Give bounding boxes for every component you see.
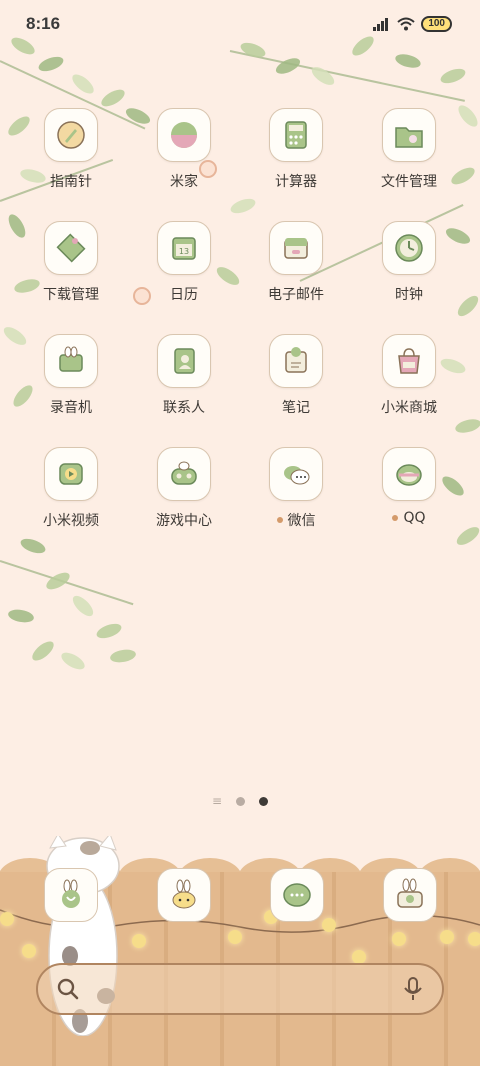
new-indicator-dot <box>392 515 399 521</box>
app-shop-bag[interactable]: 小米商城 <box>354 334 464 417</box>
notes-icon[interactable] <box>269 334 323 388</box>
shop-bag-icon[interactable] <box>382 334 436 388</box>
app-label-text: 日历 <box>170 287 198 303</box>
app-clock[interactable]: 时钟 <box>354 221 464 304</box>
app-label: 小米商城 <box>354 397 464 417</box>
folder-icon[interactable] <box>382 108 436 162</box>
app-label-text: 米家 <box>170 174 198 190</box>
page-dot-1[interactable] <box>236 796 246 806</box>
chat-bubble-icon[interactable] <box>270 868 324 922</box>
app-gamepad[interactable]: 游戏中心 <box>129 447 239 530</box>
page-indicator[interactable]: ≡ <box>0 795 480 807</box>
app-calendar[interactable]: 13 日历 <box>129 221 239 304</box>
app-label: 日历 <box>129 284 239 304</box>
compass-icon[interactable] <box>44 108 98 162</box>
app-compass[interactable]: 指南针 <box>16 108 126 191</box>
app-mail[interactable]: 电子邮件 <box>241 221 351 304</box>
app-label: 计算器 <box>241 171 351 191</box>
app-label: 指南针 <box>16 171 126 191</box>
new-indicator-dot <box>276 517 283 523</box>
app-label-text: 计算器 <box>275 174 317 190</box>
menu-lines-icon[interactable]: ≡ <box>212 795 222 807</box>
gamepad-icon[interactable] <box>157 447 211 501</box>
app-label-text: QQ <box>403 510 426 526</box>
calendar-icon[interactable]: 13 <box>157 221 211 275</box>
app-label: 米家 <box>129 171 239 191</box>
app-label-text: 联系人 <box>163 400 205 416</box>
app-label-text: 笔记 <box>282 400 310 416</box>
app-wechat[interactable]: 微信 <box>241 447 351 530</box>
app-label: 下载管理 <box>16 284 126 304</box>
page-dot-2[interactable] <box>259 796 269 806</box>
app-label-text: 文件管理 <box>381 174 437 190</box>
mijia-icon[interactable] <box>157 108 211 162</box>
app-download[interactable]: 下载管理 <box>16 221 126 304</box>
app-label: 电子邮件 <box>241 284 351 304</box>
app-label: 时钟 <box>354 284 464 304</box>
app-label-text: 电子邮件 <box>268 287 324 303</box>
app-label: 文件管理 <box>354 171 464 191</box>
app-label-text: 小米视频 <box>43 513 99 529</box>
app-label-text: 微信 <box>287 513 316 529</box>
recorder-icon[interactable] <box>44 334 98 388</box>
status-bar: 8:16 100 <box>0 0 480 50</box>
dock-app-1[interactable] <box>44 868 98 922</box>
contacts-icon[interactable] <box>157 334 211 388</box>
app-label: 笔记 <box>241 397 351 417</box>
app-label: 微信 <box>241 510 351 530</box>
app-label-text: 游戏中心 <box>156 513 212 529</box>
app-label-text: 录音机 <box>50 400 92 416</box>
app-label-text: 指南针 <box>50 174 92 190</box>
app-label-text: 下载管理 <box>43 287 99 303</box>
clock-icon[interactable] <box>382 221 436 275</box>
dock-app-4[interactable] <box>383 868 437 922</box>
video-play-icon[interactable] <box>44 447 98 501</box>
app-mijia[interactable]: 米家 <box>129 108 239 191</box>
clock-time: 8:16 <box>26 14 61 33</box>
app-qq[interactable]: QQ <box>354 447 464 526</box>
mail-icon[interactable] <box>269 221 323 275</box>
app-folder[interactable]: 文件管理 <box>354 108 464 191</box>
download-icon[interactable] <box>44 221 98 275</box>
search-icon[interactable] <box>56 977 80 1001</box>
battery-icon: 100 <box>421 16 452 32</box>
qq-icon[interactable] <box>382 447 436 501</box>
wifi-icon <box>397 17 415 31</box>
signal-icon <box>373 17 391 31</box>
app-label: 录音机 <box>16 397 126 417</box>
calculator-icon[interactable] <box>269 108 323 162</box>
app-label: 联系人 <box>129 397 239 417</box>
app-video-play[interactable]: 小米视频 <box>16 447 126 530</box>
wechat-icon[interactable] <box>269 447 323 501</box>
app-label-text: 时钟 <box>395 287 423 303</box>
messages-bunny-icon[interactable] <box>157 868 211 922</box>
app-notes[interactable]: 笔记 <box>241 334 351 417</box>
app-contacts[interactable]: 联系人 <box>129 334 239 417</box>
search-bar[interactable] <box>36 963 444 1015</box>
app-label: QQ <box>354 510 464 526</box>
svg-text:13: 13 <box>179 247 189 256</box>
app-label: 游戏中心 <box>129 510 239 530</box>
phone-bunny-icon[interactable] <box>44 868 98 922</box>
dock-app-2[interactable] <box>157 868 211 922</box>
dock-app-3[interactable] <box>270 868 324 922</box>
camera-bunny-icon[interactable] <box>383 868 437 922</box>
app-label-text: 小米商城 <box>381 400 437 416</box>
app-label: 小米视频 <box>16 510 126 530</box>
app-recorder[interactable]: 录音机 <box>16 334 126 417</box>
app-calculator[interactable]: 计算器 <box>241 108 351 191</box>
microphone-icon[interactable] <box>402 976 424 1002</box>
